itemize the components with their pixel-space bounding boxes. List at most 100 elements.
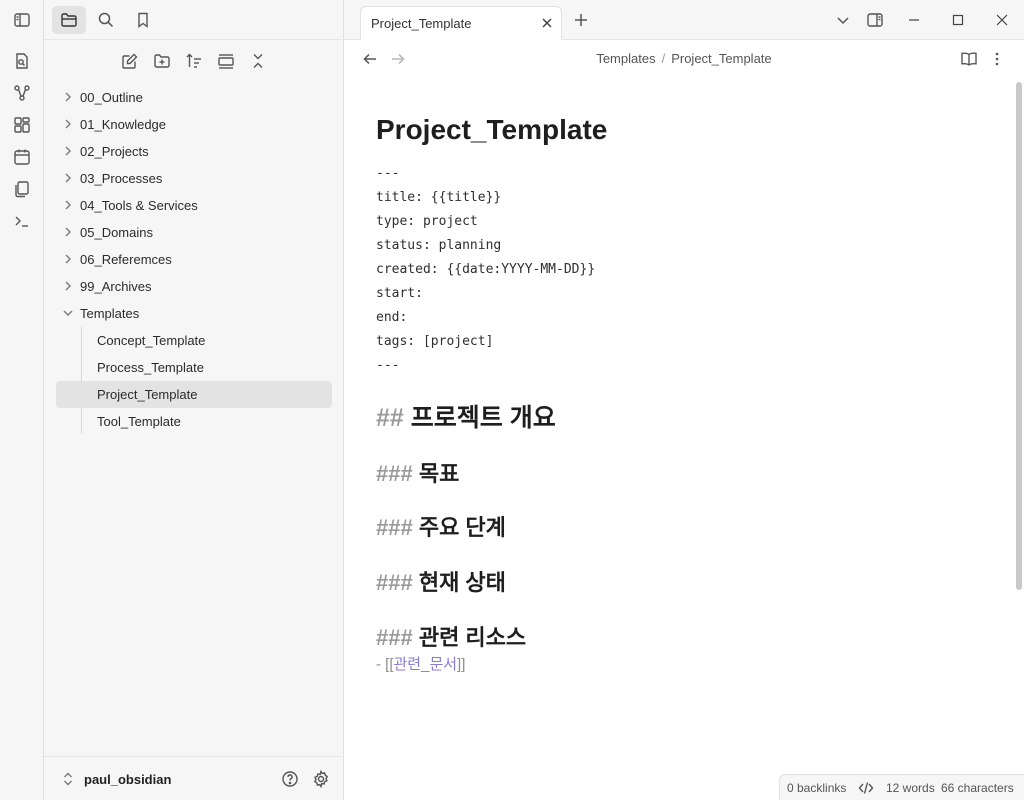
file-tree: 00_Outline 01_Knowledge 02_Projects 03_P…	[56, 84, 332, 435]
tree-file[interactable]: Process_Template	[56, 354, 332, 381]
editor-scrollbar[interactable]	[1016, 82, 1022, 590]
heading-marks: ###	[376, 461, 413, 486]
tree-folder[interactable]: 99_Archives	[56, 273, 332, 300]
chevron-right-icon	[62, 226, 74, 238]
more-options-icon[interactable]	[986, 48, 1008, 70]
help-icon[interactable]	[279, 768, 301, 790]
frontmatter-block[interactable]: --- title: {{title}} type: project statu…	[376, 162, 996, 378]
file-explorer-tab[interactable]	[52, 6, 86, 34]
new-tab-plus-icon[interactable]	[569, 8, 593, 32]
source-mode-icon[interactable]	[858, 780, 874, 796]
tab-list-chevron-down-icon[interactable]	[831, 8, 855, 32]
bookmark-icon	[134, 11, 152, 29]
frontmatter-line: end:	[376, 310, 408, 325]
breadcrumb: Templates / Project_Template	[344, 51, 1024, 66]
reading-view-icon[interactable]	[958, 48, 980, 70]
open-quick-switcher-icon[interactable]	[10, 49, 34, 73]
file-sidebar: 00_Outline 01_Knowledge 02_Projects 03_P…	[44, 0, 344, 800]
tree-folder[interactable]: 05_Domains	[56, 219, 332, 246]
minimize-window-icon[interactable]	[902, 8, 926, 32]
vault-switcher-bar: paul_obsidian	[44, 756, 344, 800]
heading-text: 관련 리소스	[418, 625, 527, 650]
heading-text: 프로젝트 개요	[410, 404, 556, 432]
breadcrumb-folder[interactable]: Templates	[596, 51, 655, 66]
link-suffix: ]]	[457, 656, 466, 673]
canvas-icon[interactable]	[10, 113, 34, 137]
tree-folder[interactable]: 04_Tools & Services	[56, 192, 332, 219]
heading-h3: ### 현재 상태	[376, 565, 506, 597]
tree-file[interactable]: Concept_Template	[56, 327, 332, 354]
status-bar: 0 backlinks 12 words 66 characters	[779, 774, 1024, 800]
tree-folder-label: 01_Knowledge	[80, 117, 167, 132]
heading-marks: ###	[376, 570, 413, 595]
breadcrumb-note[interactable]: Project_Template	[671, 51, 771, 66]
heading-h3: ### 관련 리소스	[376, 620, 526, 652]
internal-link[interactable]: 관련_문서	[394, 656, 458, 673]
tree-folder-label: 02_Projects	[80, 144, 149, 159]
tree-folder-label: 00_Outline	[80, 90, 143, 105]
tree-folder-label: 03_Processes	[80, 171, 163, 186]
close-window-icon[interactable]	[990, 8, 1014, 32]
tree-folder-label: 04_Tools & Services	[80, 198, 198, 213]
tab-project-template[interactable]: Project_Template	[360, 6, 562, 41]
frontmatter-line: start:	[376, 286, 423, 301]
heading-text: 목표	[418, 461, 460, 486]
tree-file-label: Concept_Template	[97, 333, 206, 348]
new-note-icon[interactable]	[117, 48, 143, 74]
heading-h3: ### 목표	[376, 456, 459, 488]
heading-text: 현재 상태	[418, 570, 506, 595]
bookmarks-tab[interactable]	[126, 6, 160, 34]
maximize-window-icon[interactable]	[946, 8, 970, 32]
tree-folder[interactable]: 03_Processes	[56, 165, 332, 192]
note-title[interactable]: Project_Template	[376, 108, 996, 152]
tree-file-label: Tool_Template	[97, 414, 181, 429]
tree-folder-templates[interactable]: Templates	[56, 300, 332, 327]
sidebar-tab-strip	[44, 0, 344, 40]
frontmatter-line: created: {{date:YYYY-MM-DD}}	[376, 262, 596, 277]
chevron-down-icon	[62, 307, 74, 319]
heading-h3: ### 주요 단계	[376, 510, 506, 542]
note-editor[interactable]: Project_Template --- title: {{title}} ty…	[376, 108, 996, 673]
breadcrumb-separator: /	[661, 51, 666, 66]
auto-reveal-icon[interactable]	[213, 48, 239, 74]
chevron-right-icon	[62, 280, 74, 292]
list-item: - [[관련_문서]]	[376, 653, 465, 674]
templates-icon[interactable]	[10, 177, 34, 201]
heading-text: 주요 단계	[418, 515, 506, 540]
tree-file-label: Process_Template	[97, 360, 204, 375]
toggle-sidebar-icon[interactable]	[10, 8, 34, 32]
vault-name[interactable]: paul_obsidian	[84, 772, 171, 787]
search-tab[interactable]	[89, 6, 123, 34]
link-prefix: - [[	[376, 656, 394, 673]
tab-bar: Project_Template	[344, 0, 1024, 41]
vault-switcher-icon[interactable]	[57, 768, 79, 790]
word-count: 12 words	[886, 781, 935, 795]
chevron-right-icon	[62, 118, 74, 130]
tree-file[interactable]: Tool_Template	[56, 408, 332, 435]
collapse-all-icon[interactable]	[245, 48, 271, 74]
frontmatter-line: type: project	[376, 214, 478, 229]
close-tab-icon[interactable]	[539, 15, 555, 31]
heading-marks: ##	[376, 404, 404, 432]
toggle-right-sidebar-icon[interactable]	[863, 8, 887, 32]
settings-gear-icon[interactable]	[310, 768, 332, 790]
terminal-icon[interactable]	[10, 209, 34, 233]
search-icon	[97, 11, 115, 29]
tree-folder-label: 06_Referemces	[80, 252, 172, 267]
frontmatter-line: ---	[376, 358, 400, 373]
daily-note-icon[interactable]	[10, 145, 34, 169]
tree-folder[interactable]: 00_Outline	[56, 84, 332, 111]
chevron-right-icon	[62, 91, 74, 103]
sort-order-icon[interactable]	[181, 48, 207, 74]
frontmatter-line: status: planning	[376, 238, 502, 253]
new-folder-icon[interactable]	[149, 48, 175, 74]
chevron-right-icon	[62, 145, 74, 157]
tree-file-active[interactable]: Project_Template	[56, 381, 332, 408]
graph-view-icon[interactable]	[10, 81, 34, 105]
tree-folder[interactable]: 06_Referemces	[56, 246, 332, 273]
tree-folder[interactable]: 01_Knowledge	[56, 111, 332, 138]
backlinks-count[interactable]: 0 backlinks	[787, 781, 846, 795]
view-header: Templates / Project_Template	[344, 40, 1024, 78]
tree-folder[interactable]: 02_Projects	[56, 138, 332, 165]
folder-icon	[60, 11, 78, 29]
